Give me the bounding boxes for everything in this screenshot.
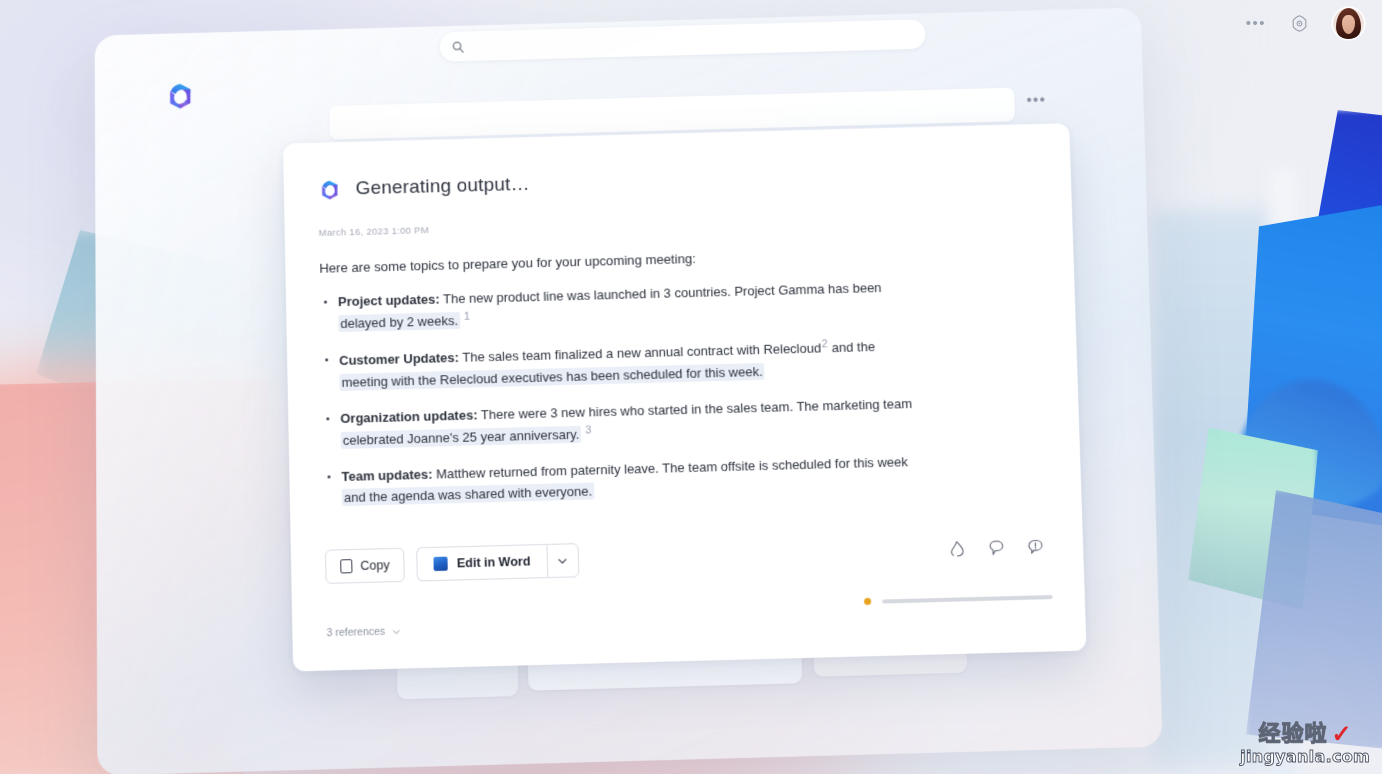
response-timestamp: March 16, 2023 1:00 PM: [318, 225, 430, 240]
copilot-logo-icon: [164, 80, 196, 112]
progress-track[interactable]: [882, 594, 1053, 604]
chevron-down-icon: [392, 627, 401, 636]
more-options-icon[interactable]: •••: [1246, 16, 1266, 31]
bullet-text: Matthew returned from paternity leave. T…: [432, 454, 909, 482]
page-title: Generating output…: [355, 173, 530, 200]
copy-button-label: Copy: [360, 558, 390, 573]
carousel-active-dot: [863, 597, 872, 606]
watermark-url: jingyanla.com: [1240, 747, 1370, 767]
topics-list: Project updates: The new product line wa…: [320, 273, 1047, 509]
copilot-response-card: Generating output… March 16, 2023 1:00 P…: [282, 123, 1087, 672]
citation-marker[interactable]: 3: [585, 422, 592, 440]
list-item: Organization updates: There were 3 new h…: [322, 390, 1003, 451]
more-options-icon[interactable]: •••: [1026, 92, 1046, 109]
search-bar[interactable]: [439, 19, 926, 62]
search-input[interactable]: [471, 28, 914, 53]
response-intro-text: Here are some topics to prepare you for …: [319, 251, 697, 276]
references-label: 3 references: [326, 625, 386, 640]
window-chrome-controls: •••: [1246, 8, 1364, 39]
chevron-down-icon: [557, 555, 568, 566]
thumbs-up-icon[interactable]: [947, 539, 967, 559]
copilot-logo-icon: [318, 178, 342, 202]
carousel-progress[interactable]: [863, 593, 1053, 606]
site-watermark: 经验啦 ✓ jingyanla.com: [1240, 723, 1370, 766]
bullet-text-cont: and the: [827, 339, 876, 356]
bullet-label: Team updates:: [341, 466, 433, 485]
bullet-label: Organization updates:: [340, 407, 478, 426]
bullet-text: The sales team finalized a new annual co…: [458, 341, 822, 366]
list-item: Team updates: Matthew returned from pate…: [323, 449, 1005, 509]
search-icon: [452, 40, 465, 53]
citation-marker[interactable]: 1: [463, 309, 470, 327]
copy-icon: [340, 559, 353, 574]
gear-icon[interactable]: [1290, 14, 1309, 33]
bullet-label: Project updates:: [337, 291, 440, 310]
bullet-label: Customer Updates:: [339, 350, 460, 369]
watermark-brand: 经验啦: [1258, 722, 1328, 748]
report-feedback-icon[interactable]: [1026, 537, 1046, 557]
feedback-controls: [947, 537, 1045, 559]
edit-in-word-button[interactable]: Edit in Word: [416, 543, 547, 582]
bg-blue-ribbon-group: [1152, 90, 1382, 774]
avatar[interactable]: [1333, 8, 1364, 39]
bullet-text-highlighted: celebrated Joanne's 25 year anniversary.: [340, 425, 582, 450]
card-action-bar: Copy Edit in Word: [324, 543, 579, 584]
edit-in-word-label: Edit in Word: [456, 554, 531, 571]
watermark-check-icon: ✓: [1331, 721, 1352, 749]
bullet-text: The new product line was launched in 3 c…: [439, 280, 882, 307]
thumbs-down-icon[interactable]: [987, 538, 1007, 558]
edit-in-word-dropdown-button[interactable]: [546, 543, 579, 579]
bullet-text-highlighted: and the agenda was shared with everyone.: [341, 482, 595, 507]
list-item: Customer Updates: The sales team finaliz…: [321, 332, 1001, 393]
references-toggle[interactable]: 3 references: [326, 625, 401, 639]
bullet-text: There were 3 new hires who started in th…: [477, 395, 913, 423]
list-item: Project updates: The new product line wa…: [320, 274, 1000, 335]
copy-button[interactable]: Copy: [324, 547, 406, 584]
edit-in-word-split-button: Edit in Word: [416, 543, 579, 582]
card-header: Generating output…: [318, 160, 1038, 203]
word-app-icon: [433, 556, 448, 572]
bullet-text-highlighted: delayed by 2 weeks.: [338, 312, 461, 333]
